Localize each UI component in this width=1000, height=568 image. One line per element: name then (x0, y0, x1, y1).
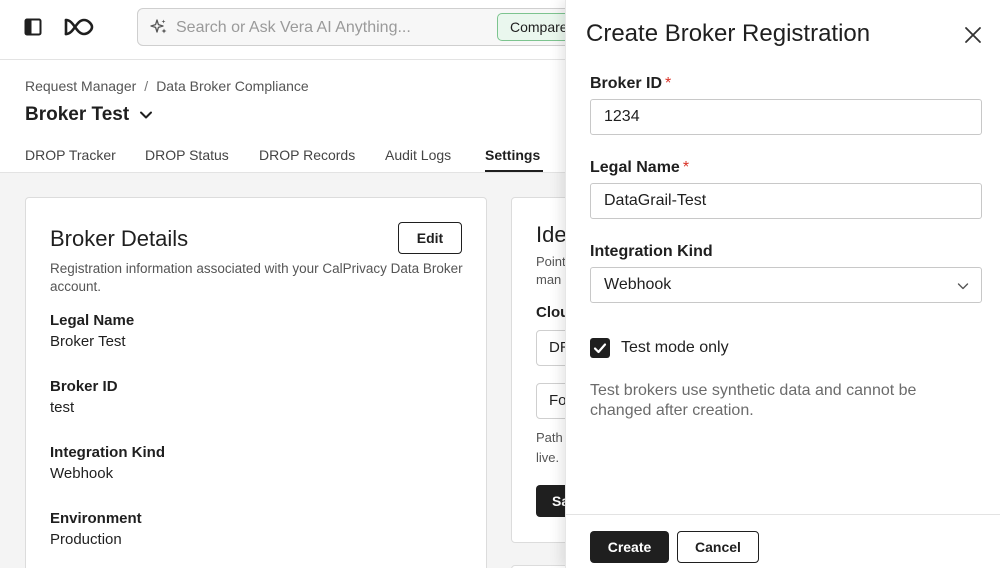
page-title: Broker Test (25, 104, 130, 125)
breadcrumb-separator: / (144, 78, 149, 94)
field-label: Integration Kind (50, 444, 165, 461)
breadcrumb-item-data-broker-compliance[interactable]: Data Broker Compliance (156, 78, 309, 94)
create-broker-drawer: Create Broker Registration Broker ID * 12… (565, 0, 1000, 568)
field-environment: Environment Production (50, 510, 142, 548)
broker-details-title: Broker Details (50, 226, 189, 251)
required-asterisk: * (665, 75, 672, 92)
page-title-selector[interactable]: Broker Test (25, 104, 153, 126)
drawer-title: Create Broker Registration (586, 20, 871, 47)
breadcrumb-item-request-manager[interactable]: Request Manager (25, 78, 136, 94)
cancel-button[interactable]: Cancel (677, 531, 759, 563)
close-icon[interactable] (964, 26, 982, 44)
integration-kind-label: Integration Kind (590, 243, 713, 260)
broker-id-label-text: Broker ID (590, 75, 663, 92)
chevron-down-icon (957, 283, 969, 290)
datagrail-logo-icon[interactable] (64, 16, 94, 38)
field-label: Environment (50, 510, 142, 527)
sidebar-toggle-icon[interactable] (24, 18, 42, 36)
field-label: Broker ID (50, 378, 118, 395)
chevron-down-icon (140, 111, 153, 119)
tab-drop-records[interactable]: DROP Records (259, 147, 355, 163)
identity-card-title: Ide (536, 222, 567, 247)
field-value: Broker Test (50, 333, 126, 350)
test-mode-label[interactable]: Test mode only (621, 339, 729, 357)
identity-path-hint-line1: Path (536, 430, 563, 445)
integration-kind-select[interactable]: Webhook (590, 267, 982, 303)
broker-id-label: Broker ID * (590, 75, 671, 93)
field-value: Webhook (50, 465, 114, 482)
required-asterisk: * (682, 159, 690, 176)
tab-audit-logs[interactable]: Audit Logs (385, 147, 451, 163)
identity-path-hint-line2: live. (536, 450, 560, 465)
integration-kind-selected-value: Webhook (604, 276, 672, 293)
identity-card-description-line2: man (536, 272, 562, 287)
broker-details-card: Broker Details Edit Registration informa… (25, 197, 487, 568)
sparkle-icon (150, 19, 167, 34)
tab-drop-status[interactable]: DROP Status (145, 147, 229, 163)
legal-name-label: Legal Name * (590, 159, 689, 177)
legal-name-label-text: Legal Name (590, 159, 680, 176)
tab-settings[interactable]: Settings (485, 147, 540, 163)
checkmark-icon (593, 343, 607, 354)
edit-button[interactable]: Edit (398, 222, 462, 254)
identity-card-description-line1: Point (536, 254, 566, 269)
test-mode-help-text: Test brokers use synthetic data and cann… (590, 382, 917, 419)
search-placeholder: Search or Ask Vera AI Anything... (176, 19, 411, 36)
field-integration-kind: Integration Kind Webhook (50, 444, 165, 482)
create-button[interactable]: Create (590, 531, 669, 563)
field-value: Production (50, 531, 122, 548)
tab-drop-tracker[interactable]: DROP Tracker (25, 147, 116, 163)
field-value: test (50, 399, 75, 416)
legal-name-input[interactable]: DataGrail-Test (590, 183, 982, 219)
tab-bar: DROP Tracker DROP Status DROP Records Au… (25, 138, 585, 174)
drawer-footer-divider (566, 514, 1000, 515)
field-broker-id: Broker ID test (50, 378, 118, 416)
test-mode-checkbox[interactable] (590, 338, 610, 358)
broker-id-input[interactable]: 1234 (590, 99, 982, 135)
field-legal-name: Legal Name Broker Test (50, 312, 134, 350)
broker-details-description: Registration information associated with… (50, 261, 463, 294)
field-label: Legal Name (50, 312, 135, 329)
breadcrumb: Request Manager / Data Broker Compliance (25, 78, 309, 94)
